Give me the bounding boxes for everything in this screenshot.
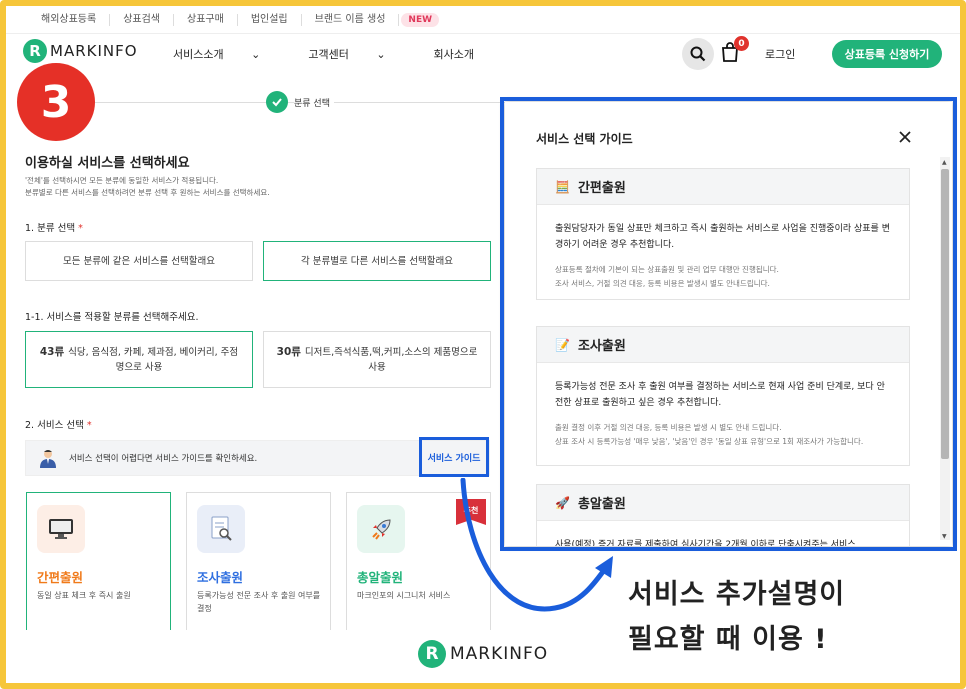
- page-title: 이용하실 서비스를 선택하세요: [25, 156, 190, 171]
- site-logo[interactable]: R MARKINFO: [23, 39, 138, 63]
- rocket-icon: [357, 505, 405, 553]
- class-30-text: 30류 디저트,즉석식품,떡,커피,소스의 제품명으로 사용: [274, 345, 480, 375]
- service-card-desc: 등록가능성 전문 조사 후 출원 여부를 결정: [197, 591, 321, 613]
- description-line-2: 분류별로 다른 서비스를 선택하려면 분류 선택 후 원하는 서비스를 선택하세…: [25, 188, 270, 197]
- section-service-select: 2. 서비스 선택 *: [25, 417, 92, 431]
- topnav-buy[interactable]: 상표구매: [174, 13, 238, 26]
- class-30-desc: 디저트,즉석식품,떡,커피,소스의 제품명으로 사용: [304, 346, 478, 373]
- step-number-badge: 3: [17, 63, 95, 141]
- section-class-select-label: 1. 분류 선택: [25, 223, 76, 234]
- required-mark: *: [86, 420, 92, 431]
- new-badge: NEW: [401, 12, 440, 27]
- service-card-title: 간편출원: [37, 570, 84, 585]
- required-mark: *: [78, 223, 83, 234]
- service-card-title: 조사출원: [197, 570, 244, 585]
- nav-customer-center-label: 고객센터: [308, 48, 349, 61]
- footer-logo-mark: R: [418, 640, 446, 668]
- apply-trademark-button[interactable]: 상표등록 신청하기: [832, 40, 942, 68]
- nav-service-intro-label: 서비스소개: [173, 48, 224, 61]
- class-43-option[interactable]: 43류 식당, 음식점, 카페, 제과점, 베이커리, 주점명으로 사용: [25, 331, 253, 388]
- service-guide-hint: 서비스 선택이 어렵다면 서비스 가이드를 확인하세요.: [69, 454, 258, 464]
- chevron-down-icon: ⌄: [376, 48, 386, 61]
- search-button[interactable]: [682, 38, 714, 70]
- step-done-label: 분류 선택: [294, 96, 334, 109]
- topnav-search[interactable]: 상표검색: [110, 13, 175, 26]
- topnav-overseas[interactable]: 해외상표등록: [28, 13, 111, 26]
- cart-count-badge: 0: [734, 36, 749, 51]
- annotation-arrow-icon: [460, 478, 613, 612]
- description-line-1: '전체'를 선택하시면 모든 분류에 동일한 서비스가 적용됩니다.: [25, 176, 219, 185]
- nav-customer-center[interactable]: 고객센터 ⌄: [308, 46, 409, 62]
- service-guide-button[interactable]: 서비스 가이드: [419, 437, 489, 477]
- class-43-code: 43류: [39, 345, 65, 358]
- consultant-avatar-icon: [40, 450, 56, 468]
- logo-mark: R: [23, 39, 47, 63]
- service-card-simple[interactable]: 간편출원 동일 상표 체크 후 즉시 출원: [26, 492, 171, 632]
- topnav-corp[interactable]: 법인설립: [238, 13, 302, 26]
- topnav-brand-name[interactable]: 브랜드 이름 생성: [302, 13, 400, 26]
- site-header: R MARKINFO 서비스소개 ⌄ 고객센터 ⌄ 회사소개 0 로그인 상표등…: [6, 34, 960, 76]
- class-30-option[interactable]: 30류 디저트,즉석식품,떡,커피,소스의 제품명으로 사용: [263, 331, 491, 388]
- nav-service-intro[interactable]: 서비스소개 ⌄: [173, 46, 284, 62]
- login-link[interactable]: 로그인: [765, 46, 795, 62]
- step-done-check: [266, 91, 288, 113]
- annotation-line-2: 필요할 때 이용 !: [628, 624, 828, 655]
- chevron-down-icon: ⌄: [251, 48, 261, 61]
- option-per-class-service[interactable]: 각 분류별로 다른 서비스를 선택할래요: [263, 241, 491, 281]
- page-description: '전체'를 선택하시면 모든 분류에 동일한 서비스가 적용됩니다. 분류별로 …: [25, 175, 270, 199]
- footer-logo-text: MARKINFO: [450, 644, 549, 664]
- service-card-desc: 동일 상표 체크 후 즉시 출원: [37, 591, 131, 600]
- section-service-select-label: 2. 서비스 선택: [25, 420, 84, 431]
- search-icon: [690, 46, 706, 62]
- class-43-text: 43류 식당, 음식점, 카페, 제과점, 베이커리, 주점명으로 사용: [36, 345, 242, 375]
- footer-logo: R MARKINFO: [418, 640, 548, 668]
- annotation-line-1: 서비스 추가설명이: [628, 579, 846, 610]
- check-icon: [272, 98, 282, 107]
- top-utility-nav: 해외상표등록 상표검색 상표구매 법인설립 브랜드 이름 생성 NEW: [6, 6, 960, 34]
- service-card-research[interactable]: 조사출원 등록가능성 전문 조사 후 출원 여부를 결정: [186, 492, 331, 632]
- class-30-code: 30류: [276, 345, 301, 358]
- section-apply-class: 1-1. 서비스를 적용할 분류를 선택해주세요.: [25, 312, 199, 323]
- logo-text: MARKINFO: [50, 42, 138, 60]
- cart-button[interactable]: 0: [721, 36, 749, 64]
- option-all-same-service[interactable]: 모든 분류에 같은 서비스를 선택할래요: [25, 241, 253, 281]
- nav-company[interactable]: 회사소개: [434, 46, 474, 62]
- monitor-icon: [37, 505, 85, 553]
- document-search-icon: [197, 505, 245, 553]
- service-card-title: 총알출원: [357, 570, 404, 585]
- section-class-select: 1. 분류 선택 *: [25, 220, 83, 234]
- main-nav: 서비스소개 ⌄ 고객센터 ⌄ 회사소개: [173, 46, 498, 62]
- class-43-desc: 식당, 음식점, 카페, 제과점, 베이커리, 주점명으로 사용: [68, 346, 239, 373]
